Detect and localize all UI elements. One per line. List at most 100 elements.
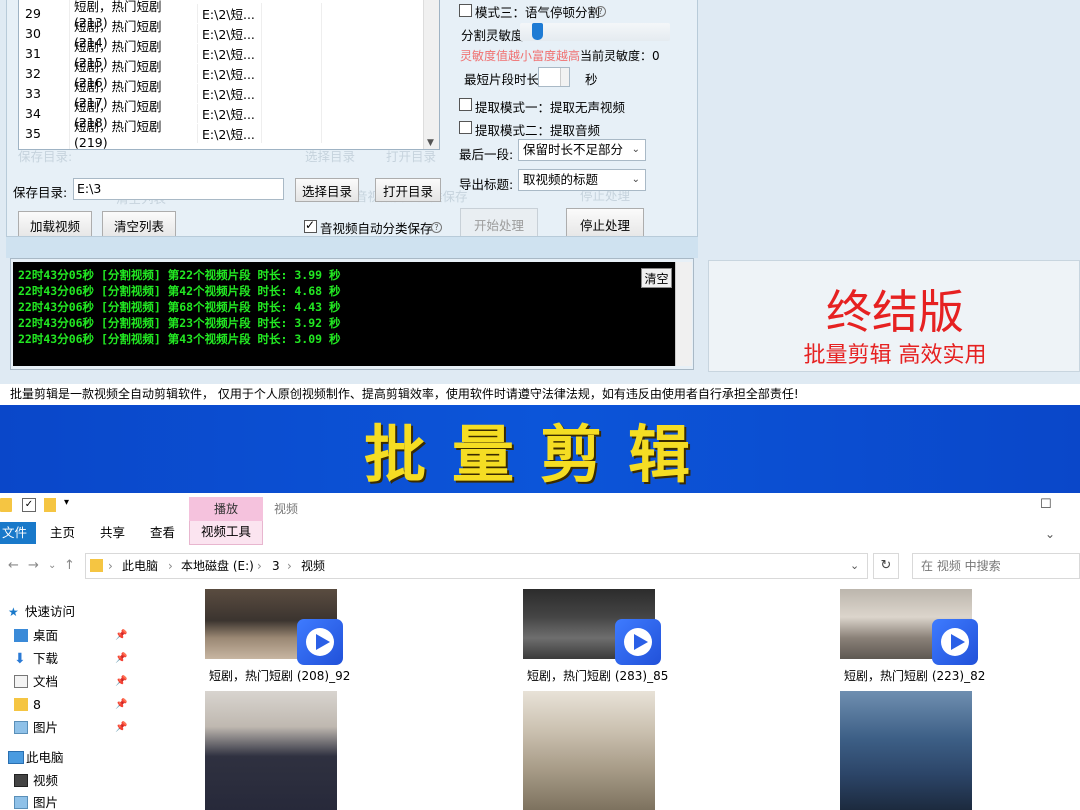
breadcrumb-item[interactable]: 本地磁盘 (E:) <box>181 554 254 578</box>
help-icon[interactable]: ? <box>595 6 606 17</box>
table-row[interactable]: 35 短剧，热门短剧 (219) E:\2\短... <box>19 116 424 149</box>
tab-share[interactable]: 共享 <box>100 522 125 544</box>
desktop-icon <box>14 629 28 642</box>
open-dir-button[interactable]: 打开目录 <box>375 178 441 202</box>
slider-thumb[interactable] <box>532 23 543 40</box>
nav-item-downloads[interactable]: ⬇ 下载 📌 <box>0 648 132 670</box>
divider-strip <box>6 236 698 258</box>
min-length-input[interactable] <box>538 67 570 87</box>
breadcrumb-item[interactable]: 视频 <box>301 554 325 578</box>
context-tab-group[interactable]: 播放 <box>189 497 263 521</box>
app-window: 29 短剧，热门短剧 (213) E:\2\短... 30 短剧，热门短剧 (2… <box>0 0 1080 405</box>
clear-log-button[interactable]: 清空 <box>641 268 672 288</box>
spin-buttons[interactable] <box>560 68 569 86</box>
pin-icon: 📌 <box>115 699 128 710</box>
tab-view[interactable]: 查看 <box>150 522 175 544</box>
breadcrumb-item[interactable]: 此电脑 <box>122 554 158 578</box>
row-number: 32 <box>25 65 41 81</box>
select-dir-button[interactable]: 选择目录 <box>295 178 359 202</box>
file-explorer-window: ✓ ▾ ☐ 播放 视频 文件 主页 共享 查看 视频工具 ⌄ ← → ⌄ ↑ ›… <box>0 493 1080 810</box>
recent-icon[interactable]: ⌄ <box>48 553 56 579</box>
forward-icon[interactable]: → <box>28 553 39 579</box>
video-play-icon <box>297 619 343 665</box>
row-number: 35 <box>25 125 41 141</box>
back-icon[interactable]: ← <box>8 553 19 579</box>
video-thumbnail[interactable] <box>523 691 655 810</box>
nav-item-folder-8[interactable]: 8 📌 <box>0 694 132 716</box>
row-number: 31 <box>25 45 41 61</box>
nav-item-desktop[interactable]: 桌面 📌 <box>0 625 132 647</box>
folder-icon <box>14 698 28 711</box>
clear-list-button[interactable]: 清空列表 <box>102 211 176 239</box>
export-title-label: 导出标题: <box>459 177 514 192</box>
quick-access-toolbar: ✓ ▾ ☐ <box>0 493 1080 519</box>
folder-icon <box>90 559 103 572</box>
promo-subtitle: 批量剪辑 高效实用 <box>803 343 987 368</box>
pictures-icon <box>14 721 28 734</box>
video-thumbnail[interactable] <box>205 691 337 810</box>
pin-icon: 📌 <box>115 653 128 664</box>
chevron-down-icon: ⌄ <box>631 174 640 185</box>
new-folder-icon[interactable] <box>44 498 56 512</box>
maximize-icon[interactable]: ☐ <box>1040 497 1052 512</box>
video-thumbnail[interactable] <box>840 691 972 810</box>
sensitivity-label: 分割灵敏度 <box>461 28 524 43</box>
row-number: 29 <box>25 5 41 21</box>
row-number: 33 <box>25 85 41 101</box>
file-name[interactable]: 短剧，热门短剧 (223)_82 <box>844 667 985 684</box>
disclaimer-text: 批量剪辑是一款视频全自动剪辑软件， 仅用于个人原创视频制作、提高剪辑效率，使用软… <box>0 384 1080 405</box>
address-bar[interactable]: › 此电脑 › 本地磁盘 (E:) › 3 › 视频 ⌄ <box>85 553 868 579</box>
chevron-down-icon[interactable]: ▾ <box>64 497 69 508</box>
auto-classify-checkbox[interactable] <box>304 218 317 233</box>
extract-mode2-checkbox[interactable] <box>459 121 472 134</box>
file-name[interactable]: 短剧，热门短剧 (283)_85 <box>527 667 668 684</box>
mode3-checkbox[interactable] <box>459 4 472 17</box>
seconds-unit: 秒 <box>585 72 598 87</box>
chevron-down-icon: ⌄ <box>631 144 640 155</box>
document-icon <box>14 675 28 688</box>
up-icon[interactable]: ↑ <box>64 553 75 579</box>
breadcrumb-separator: › <box>108 559 113 573</box>
load-video-button[interactable]: 加载视频 <box>18 211 92 239</box>
breadcrumb-item[interactable]: 3 <box>272 554 280 578</box>
nav-item-pictures[interactable]: 图片 📌 <box>0 717 132 739</box>
row-name: 短剧，热门短剧 (219) <box>69 116 197 149</box>
nav-item-videos[interactable]: 视频 <box>0 770 132 792</box>
video-folder-icon <box>14 774 28 787</box>
save-dir-input[interactable]: E:\3 <box>73 178 284 200</box>
tab-video-tools[interactable]: 视频工具 <box>189 521 263 545</box>
ghost-label: 选择目录 <box>305 149 356 164</box>
log-line: 22时43分06秒 [分割视频] 第43个视频片段 时长: 3.09 秒 <box>18 332 341 346</box>
promo-panel: 终结版 批量剪辑 高效实用 <box>708 260 1080 372</box>
tab-home[interactable]: 主页 <box>50 522 75 544</box>
console-scrollbar[interactable] <box>675 262 692 366</box>
breadcrumb-separator: › <box>287 559 292 573</box>
extract-mode2-label: 提取模式二：提取音频 <box>475 123 601 138</box>
auto-classify-label: 音视频自动分类保存 <box>320 221 433 236</box>
tab-file[interactable]: 文件 <box>0 522 36 544</box>
row-number: 30 <box>25 25 41 41</box>
nav-item-this-pc[interactable]: 此电脑 <box>0 747 132 769</box>
min-length-label: 最短片段时长: <box>464 72 544 87</box>
row-path: E:\2\短... <box>197 123 261 143</box>
window-title: 视频 <box>274 502 299 516</box>
folder-icon[interactable] <box>0 498 12 512</box>
computer-icon <box>8 751 24 764</box>
chevron-down-icon[interactable]: ⌄ <box>850 554 859 578</box>
export-title-select[interactable]: 取视频的标题 ⌄ <box>518 169 646 191</box>
help-icon[interactable]: ? <box>431 222 442 233</box>
file-list-table[interactable]: 29 短剧，热门短剧 (213) E:\2\短... 30 短剧，热门短剧 (2… <box>18 0 440 150</box>
breadcrumb-separator: › <box>257 559 262 573</box>
nav-item-quick-access[interactable]: ★ 快速访问 <box>0 601 132 623</box>
last-segment-select[interactable]: 保留时长不足部分 ⌄ <box>518 139 646 161</box>
nav-item-pictures-pc[interactable]: 图片 <box>0 792 132 810</box>
properties-icon[interactable]: ✓ <box>22 498 36 512</box>
pictures-icon <box>14 796 28 809</box>
ribbon-expand-icon[interactable]: ⌄ <box>1045 527 1055 541</box>
search-input[interactable]: 在 视频 中搜索 <box>912 553 1080 579</box>
extract-mode1-checkbox[interactable] <box>459 98 472 111</box>
table-scrollbar[interactable]: ▼ <box>423 0 439 149</box>
nav-item-documents[interactable]: 文档 📌 <box>0 671 132 693</box>
refresh-button[interactable]: ↻ <box>873 553 899 579</box>
file-name[interactable]: 短剧，热门短剧 (208)_92 <box>209 667 350 684</box>
